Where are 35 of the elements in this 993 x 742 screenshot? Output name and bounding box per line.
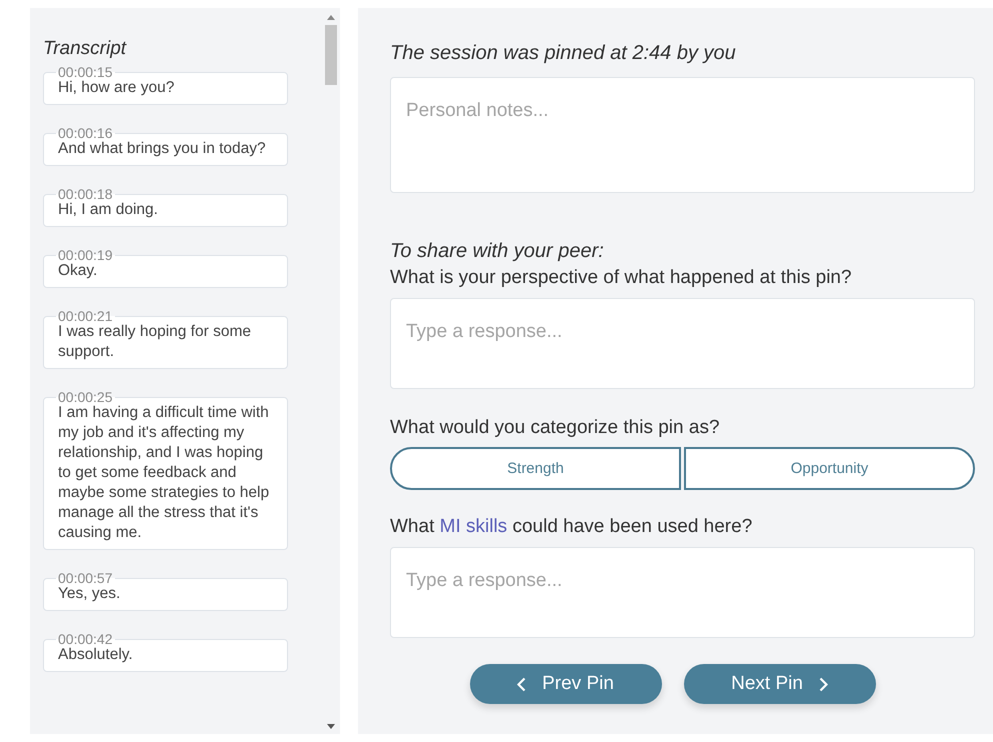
response-field[interactable]: Type a response... bbox=[390, 298, 975, 389]
question-text: What is your perspective of what happened at this pin? bbox=[390, 267, 853, 289]
transcript-text: I am having a difficult time with my job and it's affecting my relationship, and I was hoping to get some feedback and maybe some strategies to help manage all the stress that it's causing me. bbox=[58, 403, 270, 543]
pin-heading: The session was pinned at 2:44 by you bbox=[390, 42, 737, 65]
transcript-text: And what brings you in today? bbox=[58, 139, 267, 159]
transcript-text: Hi, how are you? bbox=[58, 78, 176, 98]
timestamp: 00:00:16 bbox=[57, 127, 114, 139]
transcript-text: Okay. bbox=[58, 261, 98, 281]
transcript-text: Absolutely. bbox=[58, 645, 134, 665]
question-text: What would you categorize this pin as? bbox=[390, 417, 721, 439]
skills-link[interactable]: MI skills bbox=[440, 516, 508, 537]
prev-pin-button[interactable]: Prev Pin bbox=[470, 664, 662, 704]
timestamp: 00:00:25 bbox=[57, 391, 114, 403]
response-field[interactable]: Type a response... bbox=[390, 547, 975, 638]
timestamp: 00:00:18 bbox=[57, 188, 114, 200]
timestamp: 00:00:21 bbox=[57, 310, 114, 322]
timestamp: 00:00:15 bbox=[57, 66, 114, 78]
share-heading: To share with your peer: bbox=[390, 240, 605, 263]
chevron-right-icon bbox=[818, 676, 828, 692]
transcript-title: Transcript bbox=[43, 38, 128, 60]
timestamp: 00:00:42 bbox=[57, 633, 114, 645]
category-option[interactable]: Strength bbox=[390, 447, 681, 490]
question-text: What MI skills could have been used here? bbox=[390, 516, 754, 538]
scrollbar-thumb[interactable] bbox=[325, 25, 337, 85]
category-option[interactable]: Opportunity bbox=[684, 447, 975, 490]
chevron-left-icon bbox=[517, 676, 526, 692]
timestamp: 00:00:57 bbox=[57, 572, 114, 584]
transcript-text: Hi, I am doing. bbox=[58, 200, 159, 220]
notes-field[interactable]: Personal notes... bbox=[390, 77, 975, 193]
scroll-down-icon[interactable] bbox=[327, 724, 335, 729]
scroll-up-icon[interactable] bbox=[327, 15, 335, 20]
transcript-text: Yes, yes. bbox=[58, 584, 122, 604]
next-pin-button[interactable]: Next Pin bbox=[684, 664, 876, 704]
timestamp: 00:00:19 bbox=[57, 249, 114, 261]
transcript-text: I was really hoping for some support. bbox=[58, 322, 252, 362]
